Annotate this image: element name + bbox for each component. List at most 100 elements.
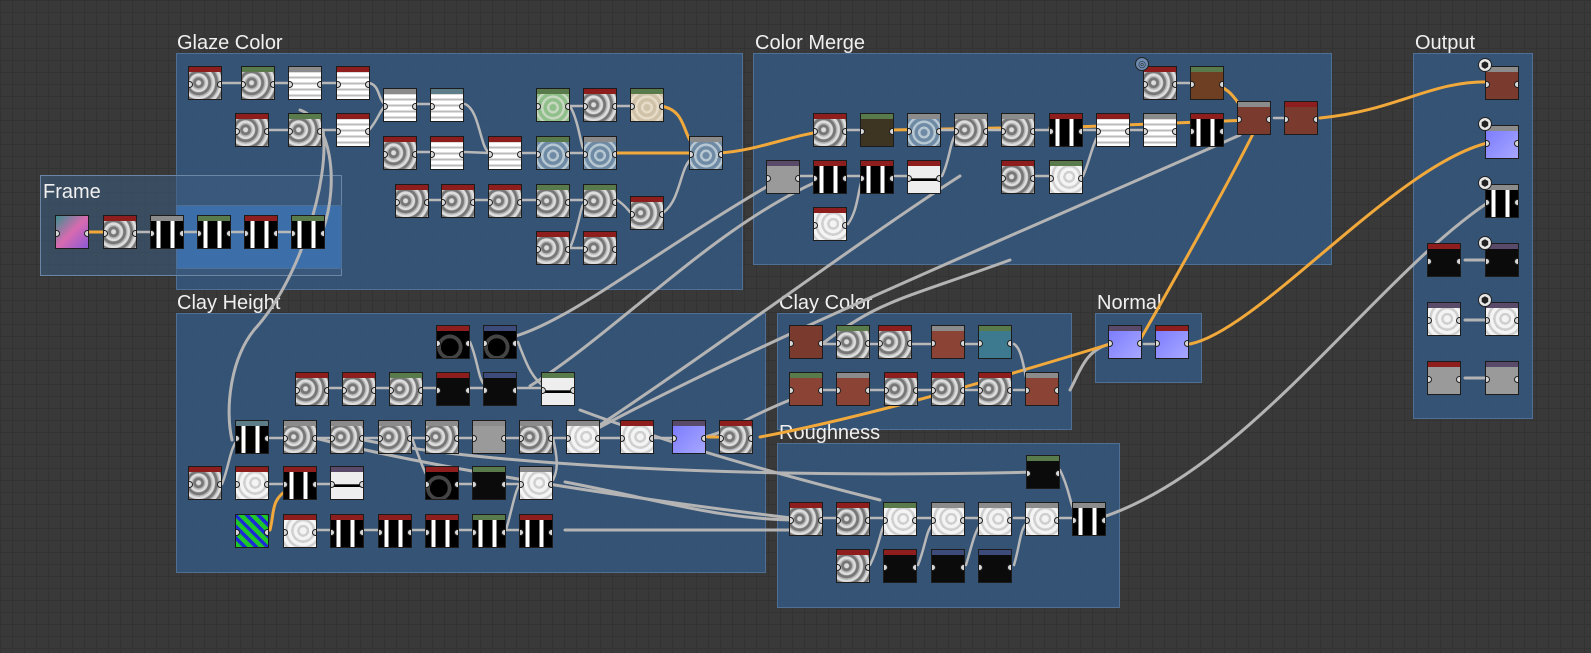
- graph-node[interactable]: [330, 514, 364, 548]
- graph-node[interactable]: [1096, 113, 1130, 147]
- output-port[interactable]: [1219, 81, 1223, 88]
- graph-node[interactable]: [395, 184, 429, 218]
- graph-node[interactable]: [813, 113, 847, 147]
- output-port[interactable]: [960, 340, 964, 347]
- graph-node[interactable]: [931, 502, 965, 536]
- output-port[interactable]: [454, 481, 458, 488]
- output-port[interactable]: [1054, 517, 1058, 524]
- output-port[interactable]: [818, 387, 822, 394]
- output-port[interactable]: [264, 529, 268, 536]
- graph-node[interactable]: [1001, 113, 1035, 147]
- graph-node[interactable]: [1155, 325, 1189, 359]
- output-port[interactable]: [1137, 340, 1141, 347]
- cube-icon[interactable]: ⬢: [1478, 58, 1492, 72]
- output-port[interactable]: [1514, 140, 1518, 147]
- output-port[interactable]: [365, 128, 369, 135]
- output-port[interactable]: [412, 151, 416, 158]
- graph-node[interactable]: [1485, 125, 1519, 159]
- output-port[interactable]: [612, 199, 616, 206]
- output-port[interactable]: [1172, 128, 1176, 135]
- graph-node[interactable]: [103, 215, 137, 249]
- graph-node[interactable]: [978, 325, 1012, 359]
- graph-node[interactable]: [235, 420, 269, 454]
- graph-node[interactable]: [1025, 372, 1059, 406]
- output-port[interactable]: [649, 435, 653, 442]
- output-port[interactable]: [501, 481, 505, 488]
- output-port[interactable]: [226, 230, 230, 237]
- graph-node[interactable]: [383, 136, 417, 170]
- graph-node[interactable]: [630, 196, 664, 230]
- output-port[interactable]: [1101, 517, 1105, 524]
- graph-node[interactable]: [244, 215, 278, 249]
- output-port[interactable]: [359, 435, 363, 442]
- output-port[interactable]: [320, 230, 324, 237]
- graph-node[interactable]: [1485, 184, 1519, 218]
- output-port[interactable]: [324, 387, 328, 394]
- graph-node[interactable]: [472, 420, 506, 454]
- graph-node[interactable]: [378, 420, 412, 454]
- output-port[interactable]: [179, 230, 183, 237]
- graph-node[interactable]: [336, 113, 370, 147]
- graph-node[interactable]: [1143, 113, 1177, 147]
- output-port[interactable]: [565, 103, 569, 110]
- output-port[interactable]: [317, 81, 321, 88]
- output-port[interactable]: [748, 435, 752, 442]
- graph-node[interactable]: [150, 215, 184, 249]
- output-port[interactable]: [412, 103, 416, 110]
- graph-node[interactable]: [931, 372, 965, 406]
- graph-node[interactable]: [336, 66, 370, 100]
- graph-node[interactable]: [1026, 455, 1060, 489]
- output-port[interactable]: [371, 387, 375, 394]
- output-port[interactable]: [548, 529, 552, 536]
- graph-node[interactable]: [330, 466, 364, 500]
- output-port[interactable]: [659, 103, 663, 110]
- graph-node[interactable]: [55, 215, 89, 249]
- output-port[interactable]: [501, 435, 505, 442]
- graph-node[interactable]: [383, 88, 417, 122]
- output-port[interactable]: [565, 151, 569, 158]
- output-port[interactable]: [1030, 128, 1034, 135]
- graph-node[interactable]: [488, 136, 522, 170]
- output-port[interactable]: [459, 151, 463, 158]
- graph-node[interactable]: [978, 549, 1012, 583]
- output-port[interactable]: [454, 435, 458, 442]
- graph-node[interactable]: [295, 372, 329, 406]
- output-port[interactable]: [312, 529, 316, 536]
- output-port[interactable]: [1514, 258, 1518, 265]
- graph-node[interactable]: [630, 88, 664, 122]
- output-port[interactable]: [418, 387, 422, 394]
- graph-node[interactable]: [789, 502, 823, 536]
- graph-node[interactable]: [519, 420, 553, 454]
- graph-node[interactable]: [1108, 325, 1142, 359]
- graph-node[interactable]: [860, 113, 894, 147]
- graph-node[interactable]: [519, 514, 553, 548]
- output-port[interactable]: [1456, 317, 1460, 324]
- output-port[interactable]: [842, 222, 846, 229]
- output-port[interactable]: [1007, 340, 1011, 347]
- graph-node[interactable]: [978, 372, 1012, 406]
- graph-node[interactable]: [583, 88, 617, 122]
- cube-icon[interactable]: ⬢: [1478, 117, 1492, 131]
- output-port[interactable]: [889, 128, 893, 135]
- output-port[interactable]: [701, 435, 705, 442]
- graph-node[interactable]: [566, 420, 600, 454]
- output-port[interactable]: [612, 246, 616, 253]
- graph-node[interactable]: [436, 325, 470, 359]
- graph-node[interactable]: [430, 136, 464, 170]
- graph-node[interactable]: [235, 466, 269, 500]
- graph-node[interactable]: [583, 184, 617, 218]
- output-port[interactable]: [1007, 564, 1011, 571]
- graph-node[interactable]: [766, 160, 800, 194]
- graph-node[interactable]: [288, 66, 322, 100]
- graph-node[interactable]: [1049, 160, 1083, 194]
- graph-node[interactable]: [813, 207, 847, 241]
- output-port[interactable]: [912, 564, 916, 571]
- output-port[interactable]: [842, 175, 846, 182]
- graph-node[interactable]: [1001, 160, 1035, 194]
- graph-node[interactable]: [836, 325, 870, 359]
- output-port[interactable]: [595, 435, 599, 442]
- output-port[interactable]: [1266, 116, 1270, 123]
- output-port[interactable]: [359, 529, 363, 536]
- graph-node[interactable]: [672, 420, 706, 454]
- output-port[interactable]: [865, 340, 869, 347]
